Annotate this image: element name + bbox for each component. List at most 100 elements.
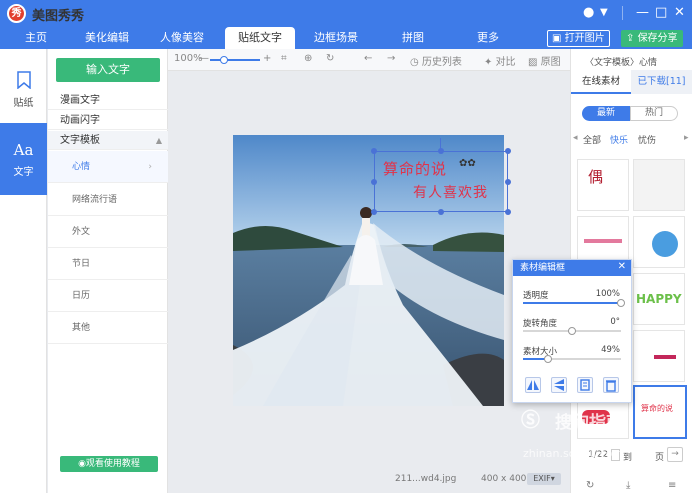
exif-button[interactable]: EXIF▾: [527, 473, 561, 485]
category-animated-text[interactable]: 动画闪字: [48, 111, 168, 130]
subcategory-other[interactable]: 其他: [48, 312, 168, 344]
zoom-in-icon[interactable]: +: [263, 53, 271, 64]
open-image-button[interactable]: ▣ 打开图片: [547, 30, 610, 47]
save-share-button[interactable]: ⇪ 保存分享: [621, 30, 683, 47]
opacity-slider-fill: [523, 302, 621, 304]
tab-more[interactable]: 更多: [465, 27, 511, 49]
dialog-close-icon[interactable]: ✕: [618, 261, 626, 272]
layer-button[interactable]: [577, 377, 593, 393]
app-title: 美图秀秀: [32, 9, 85, 24]
minimize-icon[interactable]: —: [636, 5, 649, 20]
rotation-slider[interactable]: [523, 327, 621, 335]
template-thumbnail[interactable]: HAPPY: [633, 273, 685, 325]
sticker-text-line2: 有人喜欢我: [413, 185, 488, 201]
thumbnail-art: HAPPY: [636, 292, 682, 306]
resize-handle[interactable]: [505, 209, 511, 215]
filter-all[interactable]: 全部: [583, 133, 601, 146]
rotate-icon[interactable]: ↻: [326, 53, 334, 64]
delete-button[interactable]: [603, 377, 619, 393]
sort-hot-button[interactable]: 热门: [630, 106, 678, 121]
resize-handle[interactable]: [438, 148, 444, 154]
category-text-template[interactable]: 文字模板 ▲: [48, 131, 168, 150]
add-text-button[interactable]: 输入文字: [56, 58, 160, 82]
opacity-slider[interactable]: [523, 299, 625, 307]
sort-newest-button[interactable]: 最新: [582, 106, 630, 121]
dialog-title: 素材编辑框: [513, 260, 631, 276]
chat-icon[interactable]: ●: [583, 5, 594, 20]
opacity-slider-handle[interactable]: [617, 299, 625, 307]
crop-icon[interactable]: ⌗: [281, 53, 287, 64]
rail-item-text[interactable]: Aa 文字: [0, 123, 47, 195]
clock-icon: ◷: [410, 57, 422, 68]
star-icon: ✦: [484, 57, 496, 68]
tab-online-materials[interactable]: 在线素材: [571, 70, 631, 94]
watch-tutorial-button[interactable]: ◉观看使用教程: [60, 456, 158, 472]
filter-happy[interactable]: 快乐: [610, 133, 628, 146]
flip-horizontal-button[interactable]: [525, 377, 541, 393]
template-thumbnail[interactable]: 偶: [577, 159, 629, 211]
dropdown-icon[interactable]: ▼: [600, 7, 608, 18]
flip-vertical-button[interactable]: [551, 377, 567, 393]
size-slider-handle[interactable]: [543, 355, 552, 363]
resize-handle[interactable]: [371, 148, 377, 154]
tab-home[interactable]: 主页: [12, 27, 60, 49]
rail-item-sticker[interactable]: 贴纸: [0, 56, 47, 128]
panel-breadcrumb: 〈文字模板〉心情: [585, 58, 658, 68]
zoom-out-icon[interactable]: —: [199, 53, 209, 64]
scroll-left-icon[interactable]: ◂: [573, 133, 578, 143]
sticker-decoration-icon: ✿✿: [459, 158, 476, 169]
tab-stickers-text[interactable]: 贴纸文字: [225, 27, 295, 49]
resize-handle[interactable]: [505, 148, 511, 154]
size-slider[interactable]: [523, 355, 621, 363]
next-page-icon[interactable]: →: [667, 447, 683, 462]
compare-button[interactable]: ✦ 对比: [484, 53, 516, 68]
opacity-label: 透明度: [523, 291, 549, 301]
template-thumbnail[interactable]: [633, 159, 685, 211]
filter-sad[interactable]: 忧伤: [638, 133, 656, 146]
size-value: 49%: [601, 345, 620, 355]
chevron-down-icon: ▾: [550, 474, 555, 483]
tab-collage[interactable]: 拼图: [388, 27, 438, 49]
stack-icon[interactable]: ≡: [668, 480, 676, 491]
picture-icon: ▨: [528, 57, 541, 68]
scroll-right-icon[interactable]: ▸: [684, 133, 689, 143]
tab-downloaded[interactable]: 已下载[11]: [631, 70, 692, 94]
tab-frames[interactable]: 边框场景: [305, 27, 367, 49]
category-comic-text[interactable]: 漫画文字: [48, 91, 168, 110]
sticker-icon: [16, 71, 31, 90]
subcategory-popular-phrases[interactable]: 网络流行语: [48, 184, 168, 216]
download-icon[interactable]: ⤓: [626, 480, 630, 491]
close-icon[interactable]: ✕: [674, 5, 685, 20]
tab-beautify[interactable]: 美化编辑: [78, 27, 136, 49]
template-thumbnail[interactable]: [633, 330, 685, 382]
subcategory-festival[interactable]: 节日: [48, 248, 168, 280]
magnifier-icon[interactable]: ⊕: [304, 53, 312, 64]
resize-handle[interactable]: [438, 209, 444, 215]
rotation-value: 0°: [610, 317, 620, 327]
undo-icon[interactable]: ←: [364, 53, 372, 64]
flip-horizontal-icon: [527, 380, 539, 390]
resize-handle[interactable]: [371, 209, 377, 215]
thumbnail-art: 算命的说: [641, 404, 673, 413]
rotation-slider-handle[interactable]: [568, 327, 576, 335]
opacity-value: 100%: [595, 289, 620, 299]
resize-handle[interactable]: [371, 179, 377, 185]
subcategory-mood[interactable]: 心情 ›: [48, 151, 168, 183]
refresh-icon[interactable]: ↻: [586, 480, 594, 491]
maximize-icon[interactable]: □: [655, 5, 667, 20]
history-list-button[interactable]: ◷ 历史列表: [410, 53, 462, 68]
subcategory-foreign[interactable]: 外文: [48, 216, 168, 248]
zoom-slider-handle[interactable]: [220, 56, 228, 64]
redo-icon[interactable]: →: [387, 53, 395, 64]
subcategory-calendar[interactable]: 日历: [48, 280, 168, 312]
rotate-handle-stem: [440, 138, 441, 150]
template-thumbnail[interactable]: [633, 216, 685, 268]
rail-label: 文字: [13, 167, 34, 178]
zoom-slider[interactable]: [210, 56, 260, 64]
page-suffix: 页: [655, 453, 665, 463]
template-thumbnail-selected[interactable]: 算命的说: [633, 385, 687, 439]
tab-portrait[interactable]: 人像美容: [152, 27, 212, 49]
sticker-selection-box[interactable]: 算命的说 ✿✿ 有人喜欢我: [374, 151, 508, 212]
original-button[interactable]: ▨ 原图: [528, 53, 561, 68]
resize-handle[interactable]: [505, 179, 511, 185]
